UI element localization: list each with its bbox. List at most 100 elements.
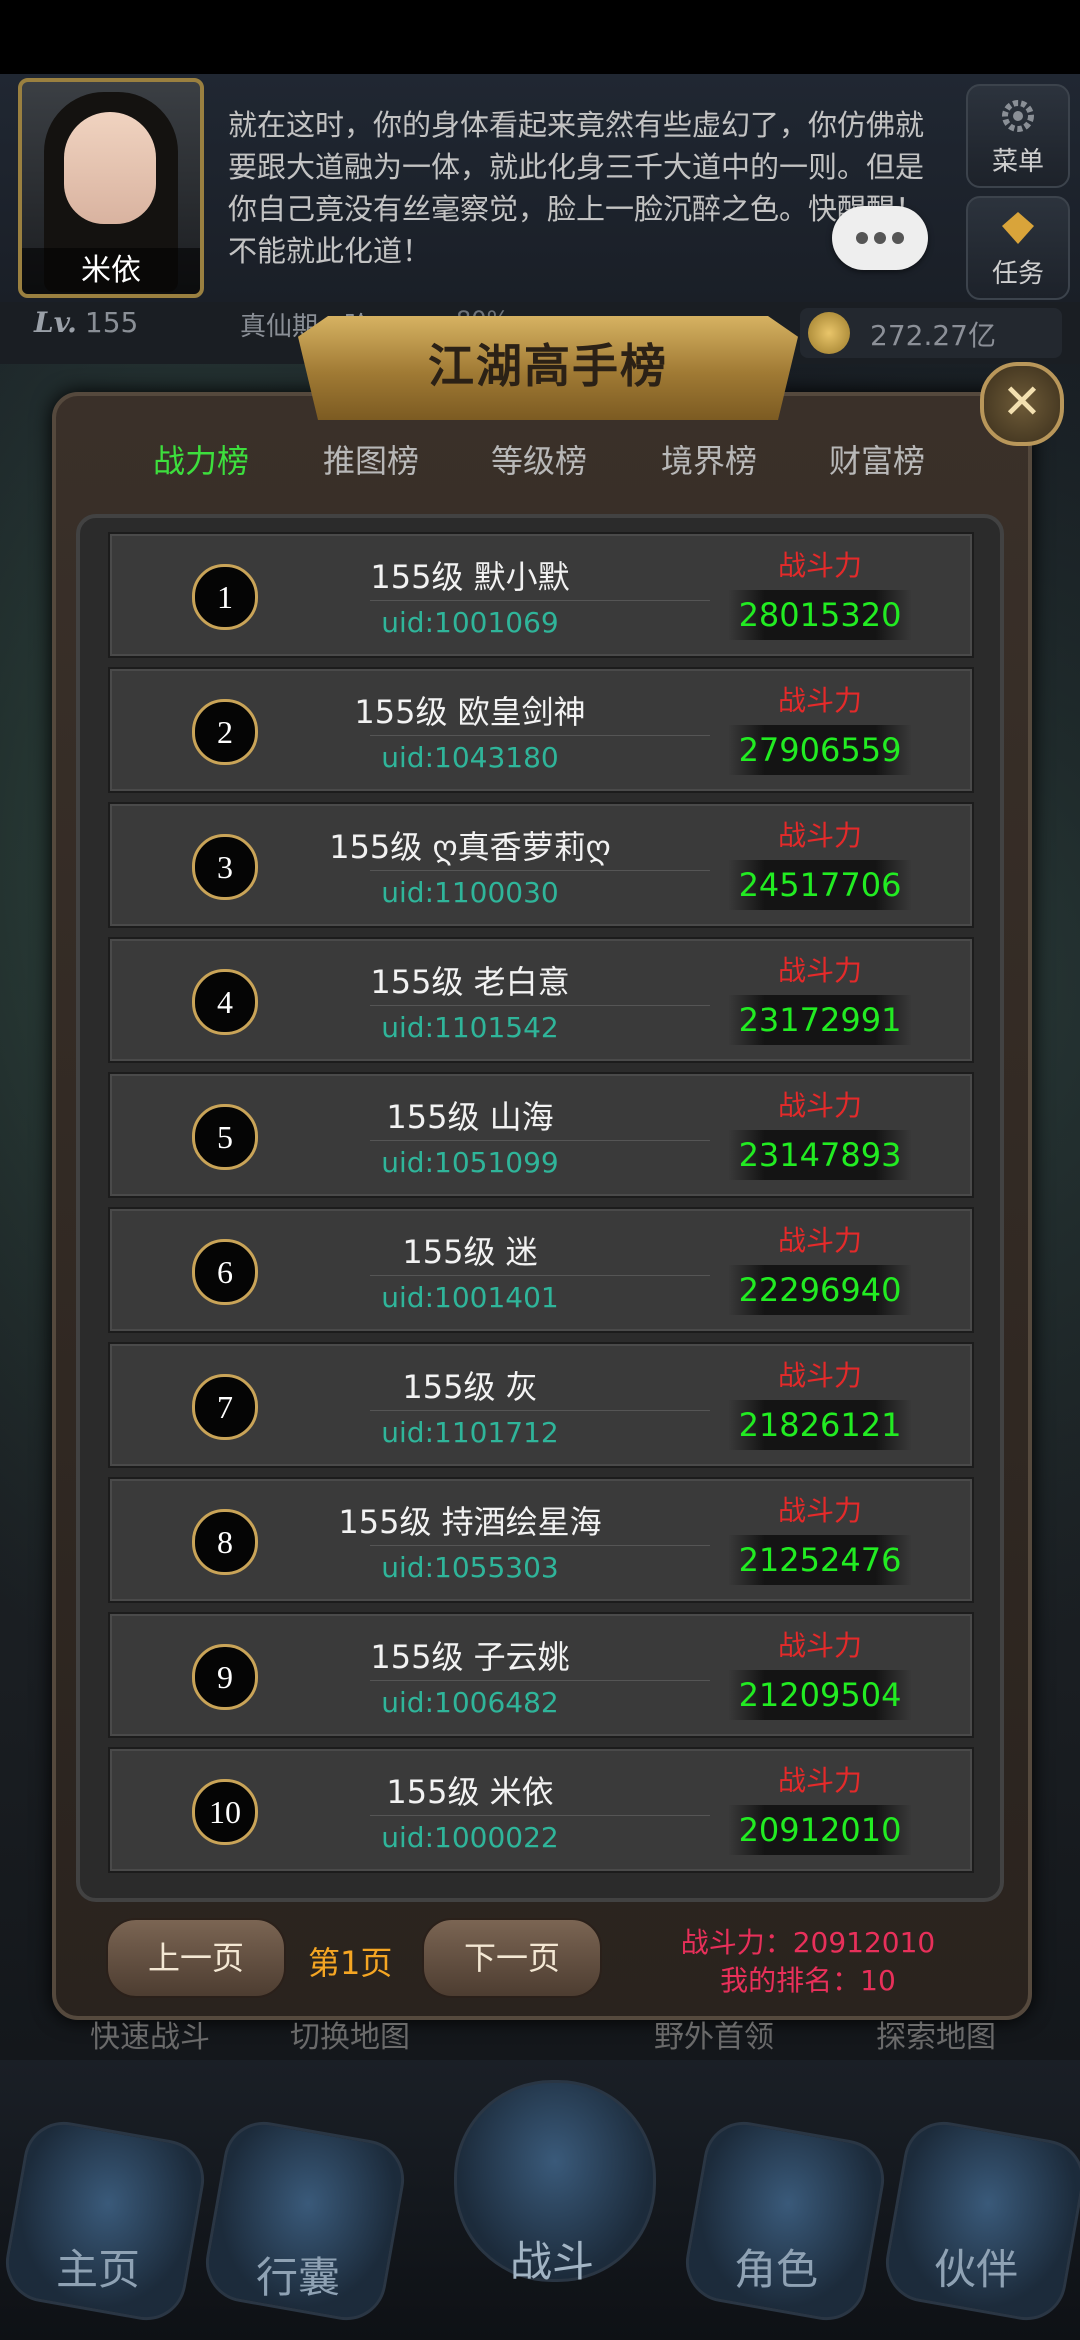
rank-badge: 7 — [192, 1374, 258, 1440]
field-boss-label[interactable]: 野外首领 — [654, 2012, 774, 2056]
player-name: 155级 山海 — [386, 1098, 554, 1136]
player-uid: uid:1006482 — [381, 1686, 559, 1719]
level-prefix: Lv. — [34, 306, 77, 339]
explore-map-label[interactable]: 探索地图 — [876, 2012, 996, 2056]
row-divider — [370, 1680, 710, 1681]
ranking-row[interactable]: 4 155级 老白意 uid:1101542 战斗力 23172991 — [108, 937, 974, 1063]
close-button[interactable]: ✕ — [980, 362, 1064, 446]
ranking-row[interactable]: 2 155级 欧皇剑神 uid:1043180 战斗力 27906559 — [108, 667, 974, 793]
power-value: 21209504 — [728, 1670, 912, 1720]
player-name: 155级 老白意 — [370, 963, 570, 1001]
coin-icon — [808, 312, 850, 354]
panel-title: 江湖高手榜 — [428, 339, 668, 393]
rank-badge: 4 — [192, 969, 258, 1035]
row-divider — [370, 1275, 710, 1276]
dialogue-text: 就在这时，你的身体看起来竟然有些虚幻了，你仿佛就要跟大道融为一体，就此化身三千大… — [228, 108, 925, 268]
switch-map-label[interactable]: 切换地图 — [290, 2012, 410, 2056]
ranking-row[interactable]: 7 155级 灰 uid:1101712 战斗力 21826121 — [108, 1342, 974, 1468]
chat-bubble-icon[interactable] — [832, 206, 928, 270]
nav-label-role: 角色 — [733, 2245, 818, 2294]
status-bar — [0, 0, 1080, 74]
player-name: 155级 默小默 — [370, 558, 570, 596]
row-divider — [370, 1005, 710, 1006]
prev-page-button[interactable]: 上一页 — [106, 1918, 286, 1998]
player-uid: uid:1101542 — [381, 1011, 559, 1044]
ranking-row[interactable]: 10 155级 米依 uid:1000022 战斗力 20912010 — [108, 1747, 974, 1873]
power-value: 22296940 — [728, 1265, 912, 1315]
nav-label-home: 主页 — [55, 2245, 140, 2294]
player-name: 155级 子云姚 — [370, 1638, 570, 1676]
gear-icon — [1002, 100, 1034, 132]
avatar-face — [64, 112, 156, 224]
power-value: 21252476 — [728, 1535, 912, 1585]
menu-label: 菜单 — [991, 147, 1044, 177]
my-power: 战斗力：20912010 — [680, 1926, 936, 1959]
player-uid: uid:1100030 — [381, 876, 559, 909]
row-divider — [370, 735, 710, 736]
power-label: 战斗力 — [777, 684, 862, 717]
power-value: 23147893 — [728, 1130, 912, 1180]
gold-amount: 272.27亿 — [870, 319, 996, 352]
row-divider — [370, 1410, 710, 1411]
power-label: 战斗力 — [777, 819, 862, 852]
tab-power[interactable]: 战力榜 — [126, 436, 276, 482]
level-display: Lv. 155 — [34, 306, 138, 339]
avatar[interactable]: 米依 — [18, 78, 204, 298]
power-label: 战斗力 — [777, 1494, 862, 1527]
ranking-row[interactable]: 1 155级 默小默 uid:1001069 战斗力 28015320 — [108, 532, 974, 658]
ranking-row[interactable]: 3 155级 ღ真香萝莉ღ uid:1100030 战斗力 24517706 — [108, 802, 974, 928]
level-value: 155 — [84, 306, 139, 339]
next-page-button[interactable]: 下一页 — [422, 1918, 602, 1998]
page-number: 第1页 — [308, 1944, 393, 1982]
rank-badge: 3 — [192, 834, 258, 900]
rank-badge: 6 — [192, 1239, 258, 1305]
power-value: 23172991 — [728, 995, 912, 1045]
player-name: 155级 ღ真香萝莉ღ — [329, 828, 611, 866]
nav-label-battle: 战斗 — [509, 2237, 594, 2286]
tab-realm[interactable]: 境界榜 — [634, 436, 784, 482]
player-name: 155级 灰 — [402, 1368, 538, 1406]
power-label: 战斗力 — [777, 1089, 862, 1122]
nav-label-bag: 行囊 — [255, 2253, 340, 2302]
power-label: 战斗力 — [777, 1359, 862, 1392]
player-uid: uid:1051099 — [381, 1146, 559, 1179]
player-uid: uid:1000022 — [381, 1821, 559, 1854]
player-uid: uid:1055303 — [381, 1551, 559, 1584]
ranking-row[interactable]: 5 155级 山海 uid:1051099 战斗力 23147893 — [108, 1072, 974, 1198]
rank-badge: 2 — [192, 699, 258, 765]
power-label: 战斗力 — [777, 1629, 862, 1662]
rank-badge: 9 — [192, 1644, 258, 1710]
tab-wealth[interactable]: 财富榜 — [802, 436, 952, 482]
ranking-row[interactable]: 8 155级 持酒绘星海 uid:1055303 战斗力 21252476 — [108, 1477, 974, 1603]
player-uid: uid:1101712 — [381, 1416, 559, 1449]
tab-stage[interactable]: 推图榜 — [296, 436, 446, 482]
row-divider — [370, 870, 710, 871]
power-label: 战斗力 — [777, 1224, 862, 1257]
quick-battle-label[interactable]: 快速战斗 — [90, 2012, 210, 2056]
power-label: 战斗力 — [777, 1764, 862, 1797]
my-rank: 我的排名：10 — [720, 1964, 896, 1997]
rank-badge: 10 — [192, 1779, 258, 1845]
rank-badge: 1 — [192, 564, 258, 630]
player-name: 155级 迷 — [402, 1233, 538, 1271]
power-value: 28015320 — [728, 590, 912, 640]
player-uid: uid:1043180 — [381, 741, 559, 774]
ranking-row[interactable]: 6 155级 迷 uid:1001401 战斗力 22296940 — [108, 1207, 974, 1333]
menu-button[interactable]: 菜单 — [966, 84, 1070, 188]
power-label: 战斗力 — [777, 954, 862, 987]
task-label: 任务 — [991, 259, 1044, 289]
power-value: 24517706 — [728, 860, 912, 910]
row-divider — [370, 1545, 710, 1546]
power-value: 27906559 — [728, 725, 912, 775]
avatar-name: 米依 — [22, 248, 200, 294]
row-divider — [370, 1140, 710, 1141]
nav-label-partner: 伙伴 — [933, 2245, 1018, 2294]
rank-badge: 8 — [192, 1509, 258, 1575]
ranking-row[interactable]: 9 155级 子云姚 uid:1006482 战斗力 21209504 — [108, 1612, 974, 1738]
task-button[interactable]: 任务 — [966, 196, 1070, 300]
row-divider — [370, 600, 710, 601]
my-stats: 战斗力：20912010 我的排名：10 — [650, 1924, 966, 2000]
tab-level[interactable]: 等级榜 — [464, 436, 614, 482]
player-name: 155级 欧皇剑神 — [354, 693, 586, 731]
row-divider — [370, 1815, 710, 1816]
